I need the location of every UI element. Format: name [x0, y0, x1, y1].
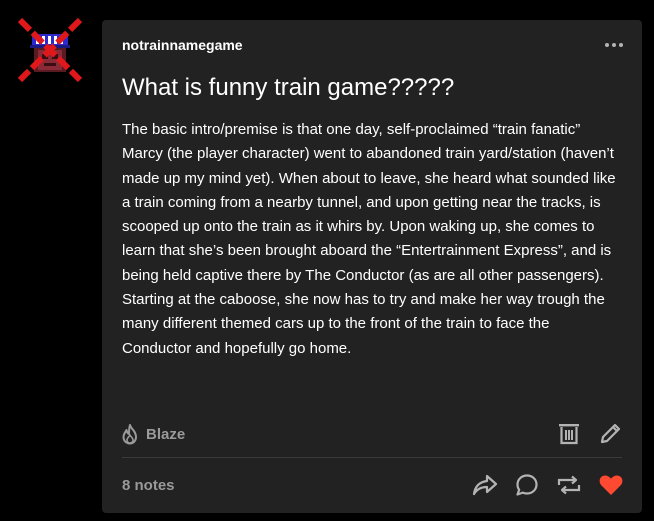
- notes-count[interactable]: 8 notes: [122, 477, 175, 494]
- heart-icon: [599, 475, 623, 495]
- post-username[interactable]: notrainnamegame: [122, 37, 243, 53]
- post-title: What is funny train game?????: [122, 74, 455, 101]
- blaze-label: Blaze: [146, 425, 186, 443]
- ellipsis-icon: [605, 43, 623, 47]
- flame-icon: [122, 424, 137, 445]
- edit-button[interactable]: [598, 420, 624, 446]
- avatar[interactable]: [16, 16, 84, 84]
- post-footer: 8 notes: [122, 472, 624, 500]
- post-divider: [122, 457, 622, 458]
- post-actions: [472, 472, 624, 498]
- like-button[interactable]: [598, 472, 624, 498]
- dashboard-page: notrainnamegame What is funny train game…: [0, 0, 654, 521]
- share-button[interactable]: [472, 472, 498, 498]
- speech-bubble-icon: [516, 474, 538, 496]
- post-body: The basic intro/premise is that one day,…: [122, 121, 616, 357]
- reply-button[interactable]: [514, 472, 540, 498]
- post-header: notrainnamegame: [122, 36, 626, 56]
- share-arrow-icon: [472, 474, 498, 496]
- delete-button[interactable]: [556, 420, 582, 446]
- trash-icon: [559, 424, 579, 445]
- post-edit-tools: [556, 420, 624, 446]
- reblog-button[interactable]: [556, 472, 582, 498]
- avatar-image: [17, 17, 83, 83]
- reblog-icon: [557, 475, 581, 495]
- post-card: notrainnamegame What is funny train game…: [102, 20, 642, 513]
- more-options-button[interactable]: [602, 36, 626, 54]
- blaze-button[interactable]: Blaze: [120, 422, 185, 446]
- pencil-icon: [600, 423, 621, 444]
- post-tools-row: Blaze: [120, 420, 624, 448]
